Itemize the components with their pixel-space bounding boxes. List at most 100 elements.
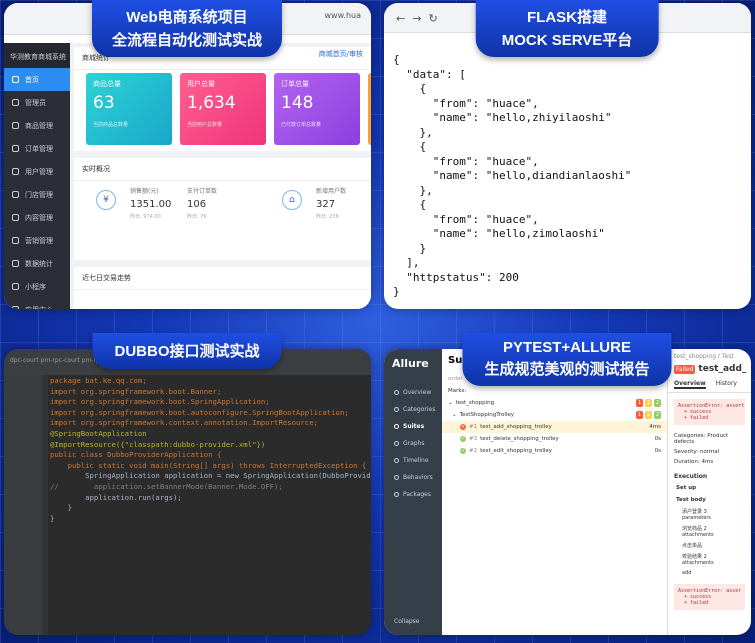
step-item[interactable]: 校验结果 2 attachments bbox=[668, 551, 751, 568]
sidebar-item[interactable]: 营销管理 bbox=[4, 229, 70, 252]
class-row[interactable]: ⌄ TestShoppingTrolley 1 1 2 bbox=[442, 409, 667, 421]
categories-text: Categories: Product defects bbox=[674, 433, 729, 445]
caption-line: Web电商系统项目 bbox=[126, 9, 248, 26]
sidebar-item-label: 营销管理 bbox=[25, 236, 53, 245]
test-row[interactable]: × #1 test_add_shopping_trolley 4ms bbox=[442, 421, 667, 433]
code-line: import org.springframework.boot.Banner; bbox=[50, 386, 222, 396]
menu-icon bbox=[12, 145, 19, 152]
caption-line: PYTEST+ALLURE bbox=[503, 339, 631, 356]
detail-header: Failed test_add_ bbox=[668, 364, 751, 374]
caption-line: 全流程自动化测试实战 bbox=[111, 32, 263, 49]
sidebar-item[interactable]: 数据统计 bbox=[4, 252, 70, 275]
sidebar-item[interactable]: 订单管理 bbox=[4, 137, 70, 160]
test-time: 0s bbox=[654, 436, 661, 442]
tab-history[interactable]: History bbox=[716, 380, 737, 389]
allure-nav-item[interactable]: Packages bbox=[384, 486, 442, 503]
sidebar-item-label: 管理员 bbox=[25, 98, 46, 107]
rt-value: 327 bbox=[316, 199, 336, 210]
allure-nav-item[interactable]: Behaviors bbox=[384, 469, 442, 486]
home-link[interactable]: 商城首页/审核 bbox=[319, 49, 363, 59]
code-line: import org.springframework.context.annot… bbox=[50, 418, 318, 428]
stat-label: 商品总量 bbox=[93, 80, 121, 88]
code-line: import org.springframework.boot.autoconf… bbox=[50, 407, 349, 417]
rt-sub: 昨日: 76 bbox=[187, 214, 207, 220]
stat-label: 订单总量 bbox=[281, 80, 309, 88]
passed-count: 2 bbox=[653, 399, 661, 407]
rt-value: 1351.00 bbox=[130, 199, 172, 210]
sidebar-item[interactable]: 管理员 bbox=[4, 91, 70, 114]
forward-icon[interactable]: → bbox=[412, 12, 421, 25]
test-row[interactable]: ✓ #3 test_delete_shopping_trolley 0s bbox=[442, 433, 667, 445]
test-detail: test_shopping / Test Failed test_add_ Ov… bbox=[668, 349, 751, 635]
watermark: testerhome.com bbox=[668, 623, 747, 635]
realtime-users: 新增用户数 327 昨日: 236 bbox=[316, 186, 346, 220]
stats-card: 商城统计 商品总量 63 当前商品总数量 用户总量 1,634 当前用户总数量 … bbox=[74, 47, 371, 151]
sidebar-item[interactable]: 商品管理 bbox=[4, 114, 70, 137]
test-row[interactable]: ✓ #2 test_edit_shopping_trolley 0s bbox=[442, 445, 667, 457]
allure-nav-item[interactable]: Suites bbox=[384, 418, 442, 435]
marks-row: Marks: bbox=[442, 385, 667, 397]
nav-label: Overview bbox=[403, 389, 432, 396]
stat-more bbox=[368, 73, 371, 145]
step-item[interactable]: 添户登录 3 parameters bbox=[668, 506, 751, 523]
sidebar-item-label: 小程序 bbox=[25, 282, 46, 291]
test-body-step[interactable]: Test body bbox=[668, 494, 751, 506]
menu-icon bbox=[12, 237, 19, 244]
order-label[interactable]: order bbox=[448, 376, 463, 382]
sidebar-item[interactable]: 首页 bbox=[4, 68, 70, 91]
editor-gutter bbox=[42, 375, 48, 635]
caption-line: MOCK SERVE平台 bbox=[501, 32, 633, 49]
broken-count: 1 bbox=[644, 411, 653, 419]
menu-icon bbox=[12, 283, 19, 290]
nav-icon bbox=[394, 407, 399, 412]
menu-icon bbox=[12, 76, 19, 83]
reload-icon[interactable]: ↻ bbox=[428, 12, 437, 25]
allure-nav-item[interactable]: Graphs bbox=[384, 435, 442, 452]
error-message-step: AssertionError: asser + success + failed bbox=[674, 584, 745, 610]
failed-count: 1 bbox=[635, 399, 644, 407]
step-item[interactable]: 浏览商品 2 attachments bbox=[668, 523, 751, 540]
caption-line: DUBBO接口测试实战 bbox=[114, 343, 260, 360]
test-num: #3 bbox=[469, 436, 478, 442]
collapse-button[interactable]: Collapse bbox=[394, 618, 420, 625]
code-line: package bat.ke.qq.com; bbox=[50, 376, 147, 385]
menu-icon bbox=[12, 214, 19, 221]
failed-icon: × bbox=[460, 424, 466, 430]
test-num: #1 bbox=[469, 424, 478, 430]
allure-nav-item[interactable]: Timeline bbox=[384, 452, 442, 469]
sidebar-item[interactable]: 用户管理 bbox=[4, 160, 70, 183]
class-counts: 1 1 2 bbox=[635, 411, 661, 419]
address-bar[interactable]: www.hua bbox=[325, 11, 361, 20]
code-line: public static void main(String[] args) t… bbox=[50, 460, 367, 470]
sidebar-item[interactable]: 内容管理 bbox=[4, 206, 70, 229]
nav-icon bbox=[394, 475, 399, 480]
suite-row[interactable]: ⌄ test_shopping 1 1 2 bbox=[442, 397, 667, 409]
sidebar-item[interactable]: 门店管理 bbox=[4, 183, 70, 206]
allure-sidebar: Allure Overview Categories Suites Graphs Tim… bbox=[384, 349, 442, 635]
setup-step[interactable]: Set up bbox=[668, 482, 751, 494]
stat-sub: 当前商品总数量 bbox=[93, 122, 129, 128]
allure-nav-item[interactable]: Categories bbox=[384, 401, 442, 418]
step-item[interactable]: add bbox=[668, 568, 751, 578]
sidebar-item[interactable]: 应用中心 bbox=[4, 298, 70, 309]
stat-sub: 当前用户总数量 bbox=[187, 122, 223, 128]
nav-icon bbox=[394, 390, 399, 395]
code-line: public class DubboProviderApplication { bbox=[50, 450, 222, 460]
sidebar-item-label: 内容管理 bbox=[25, 213, 53, 222]
stat-value: 63 bbox=[93, 93, 115, 113]
menu-icon bbox=[12, 191, 19, 198]
sidebar-item-label: 门店管理 bbox=[25, 190, 53, 199]
sales-icon: ¥ bbox=[96, 190, 116, 210]
allure-nav-item[interactable]: Overview bbox=[384, 384, 442, 401]
brand-title: 华测教育商城系统 bbox=[4, 43, 70, 68]
step-item[interactable]: 点击单品 bbox=[668, 540, 751, 551]
sidebar-item[interactable]: 小程序 bbox=[4, 275, 70, 298]
realtime-title: 实时概况 bbox=[74, 158, 371, 181]
test-name: test_add_shopping_trolley bbox=[480, 424, 552, 430]
status-badge: Failed bbox=[674, 364, 696, 374]
tab-overview[interactable]: Overview bbox=[674, 380, 706, 389]
back-icon[interactable]: ← bbox=[396, 12, 405, 25]
json-response: { "data": [ { "from": "huace", "name": "… bbox=[393, 53, 632, 298]
code-editor[interactable]: package bat.ke.qq.com; import org.springf… bbox=[50, 376, 371, 524]
stat-value: 148 bbox=[281, 93, 314, 113]
